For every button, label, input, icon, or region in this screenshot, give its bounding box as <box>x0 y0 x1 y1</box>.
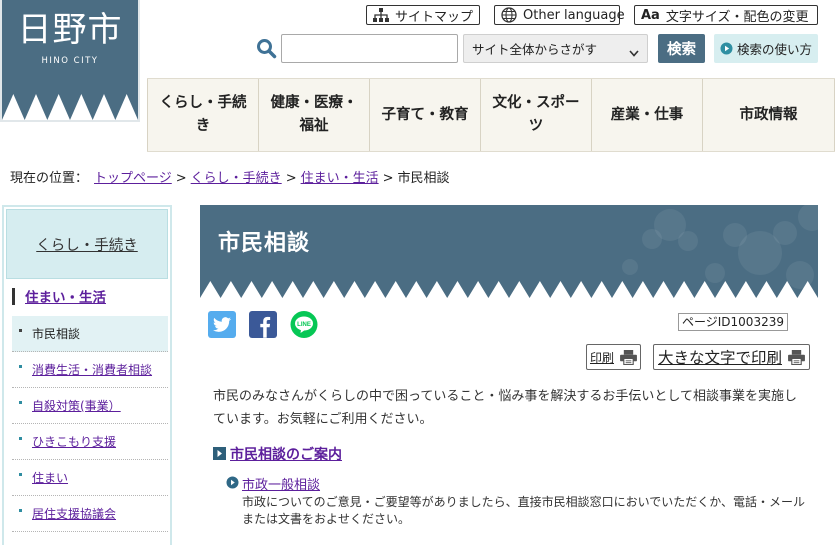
sidebar-section: 住まい・生活 <box>12 286 106 306</box>
sidebar-item-label: 市民相談 <box>32 327 81 341</box>
nav-item-kenko[interactable]: 健康・医療・福祉 <box>258 79 369 151</box>
breadcrumb-separator: > <box>175 171 187 186</box>
section-heading-link[interactable]: 市民相談のご案内 <box>230 444 342 464</box>
print-large-button[interactable]: 大きな文字で印刷 <box>653 344 810 370</box>
sidebar-item-current: 市民相談 <box>12 316 168 352</box>
nav-item-kosodate[interactable]: 子育て・教育 <box>369 79 480 151</box>
print-label: 印刷 <box>589 350 614 365</box>
twitter-icon <box>208 311 236 338</box>
print-large-label: 大きな文字で印刷 <box>657 349 782 367</box>
sidebar-item-link[interactable]: 自殺対策(事業） <box>32 397 121 414</box>
search-input[interactable] <box>281 34 458 63</box>
sitemap-icon <box>373 7 389 23</box>
sidebar-item: 住まい <box>12 460 168 496</box>
bullet-icon <box>19 401 22 404</box>
sub-paragraph: 市政についてのご意見・ご要望等がありましたら、直接市民相談窓口においでいただくか… <box>242 495 806 526</box>
nav-item-label: くらし・手続き <box>159 95 247 134</box>
play-circle-icon <box>720 42 733 55</box>
sidebar-section-link[interactable]: 住まい・生活 <box>25 286 106 306</box>
language-label: Other language <box>523 7 625 23</box>
sidebar-item: 消費生活・消費者相談 <box>12 352 168 388</box>
printer-icon <box>620 349 637 365</box>
sidebar-item: 居住支援協議会 <box>12 496 168 532</box>
globe-icon <box>501 7 517 23</box>
nav-item-shisei[interactable]: 市政情報 <box>702 79 835 151</box>
text-size-label: 文字サイズ・配色の変更 <box>665 9 809 25</box>
sidebar-item-link[interactable]: 消費生活・消費者相談 <box>32 361 152 378</box>
print-button[interactable]: 印刷 <box>586 344 641 370</box>
sitemap-label: サイトマップ <box>395 9 474 25</box>
page-title: 市民相談 <box>218 231 311 256</box>
logo-title: 日野市 <box>17 10 123 50</box>
breadcrumb-separator: > <box>382 171 394 186</box>
nav-item-label: 文化・スポーツ <box>492 95 580 134</box>
breadcrumb-separator: > <box>285 171 297 186</box>
language-button[interactable]: Other language <box>494 5 625 25</box>
global-nav: くらし・手続き 健康・医療・福祉 子育て・教育 文化・スポーツ 産業・仕事 市政… <box>147 78 835 152</box>
section-heading: 市民相談のご案内 <box>213 445 342 463</box>
search-help-label: 検索の使い方 <box>737 42 813 57</box>
bullet-icon <box>19 365 22 368</box>
mountain-edge <box>200 281 818 298</box>
sidebar-item-link[interactable]: 居住支援協議会 <box>32 505 116 522</box>
page-title-banner: 市民相談 <box>200 205 818 298</box>
search-scope-value: サイト全体からさがす <box>472 42 598 57</box>
line-icon: LINE <box>290 311 318 338</box>
breadcrumb-prefix: 現在の位置： <box>10 171 89 186</box>
breadcrumb-link-sumai[interactable]: 住まい・生活 <box>301 171 379 186</box>
sub-heading: 市政一般相談 <box>226 474 320 493</box>
breadcrumb: 現在の位置： トップページ > くらし・手続き > 住まい・生活 > 市民相談 <box>10 170 450 188</box>
twitter-share-button[interactable] <box>208 311 236 338</box>
sidebar-list: 市民相談 消費生活・消費者相談 自殺対策(事業） ひきこもり支援 住まい 居住支… <box>12 316 168 532</box>
section-marker <box>12 287 15 305</box>
site-logo[interactable]: 日野市 HINO CITY <box>0 0 140 122</box>
mountain-edge <box>2 94 138 120</box>
bullet-icon <box>19 473 22 476</box>
sidebar-item-link[interactable]: 住まい <box>32 469 68 486</box>
facebook-icon <box>249 311 277 338</box>
line-share-button[interactable]: LINE <box>290 311 318 338</box>
circle-arrow-icon <box>226 474 239 493</box>
search-button[interactable]: 検索 <box>658 34 705 63</box>
breadcrumb-link-kurashi[interactable]: くらし・手続き <box>191 171 282 186</box>
search-help-button[interactable]: 検索の使い方 <box>714 34 818 63</box>
printer-icon <box>788 349 805 365</box>
sitemap-button[interactable]: サイトマップ <box>366 5 480 25</box>
text-size-icon: Aa <box>641 7 660 23</box>
nav-item-kurashi[interactable]: くらし・手続き <box>147 79 258 151</box>
logo-subtitle: HINO CITY <box>41 56 99 66</box>
nav-item-sangyo[interactable]: 産業・仕事 <box>591 79 702 151</box>
nav-item-label: 産業・仕事 <box>610 106 684 123</box>
mountain-shape <box>2 94 138 120</box>
intro-paragraph: 市民のみなさんがくらしの中で困っていること・悩み事を解決するお手伝いとして相談事… <box>213 389 797 427</box>
sidebar-item-link[interactable]: ひきこもり支援 <box>32 433 116 450</box>
bullet-icon <box>19 329 22 332</box>
line-logo-text: LINE <box>297 322 311 328</box>
sidebar-item: ひきこもり支援 <box>12 424 168 460</box>
sub-heading-link[interactable]: 市政一般相談 <box>242 474 320 493</box>
bullet-icon <box>19 509 22 512</box>
nav-item-bunka[interactable]: 文化・スポーツ <box>480 79 591 151</box>
breadcrumb-link-top[interactable]: トップページ <box>94 171 172 186</box>
sidebar-heading: くらし・手続き <box>6 209 168 279</box>
square-arrow-icon <box>213 445 226 464</box>
sidebar-item: 自殺対策(事業） <box>12 388 168 424</box>
bullet-icon <box>19 437 22 440</box>
breadcrumb-current: 市民相談 <box>397 171 450 186</box>
search-scope-select[interactable]: サイト全体からさがす <box>463 34 648 63</box>
search-icon <box>256 38 277 63</box>
sidebar: くらし・手続き 住まい・生活 市民相談 消費生活・消費者相談 自殺対策(事業） … <box>2 205 172 545</box>
sidebar-heading-link[interactable]: くらし・手続き <box>36 234 138 255</box>
mountain-shape <box>200 281 818 298</box>
page-id: ページID1003239 <box>678 313 788 331</box>
facebook-share-button[interactable] <box>249 311 277 338</box>
text-size-color-button[interactable]: Aa 文字サイズ・配色の変更 <box>634 5 818 25</box>
chevron-down-icon <box>629 45 639 60</box>
nav-item-label: 子育て・教育 <box>381 106 469 123</box>
nav-item-label: 健康・医療・福祉 <box>270 95 358 134</box>
nav-item-label: 市政情報 <box>739 106 798 123</box>
